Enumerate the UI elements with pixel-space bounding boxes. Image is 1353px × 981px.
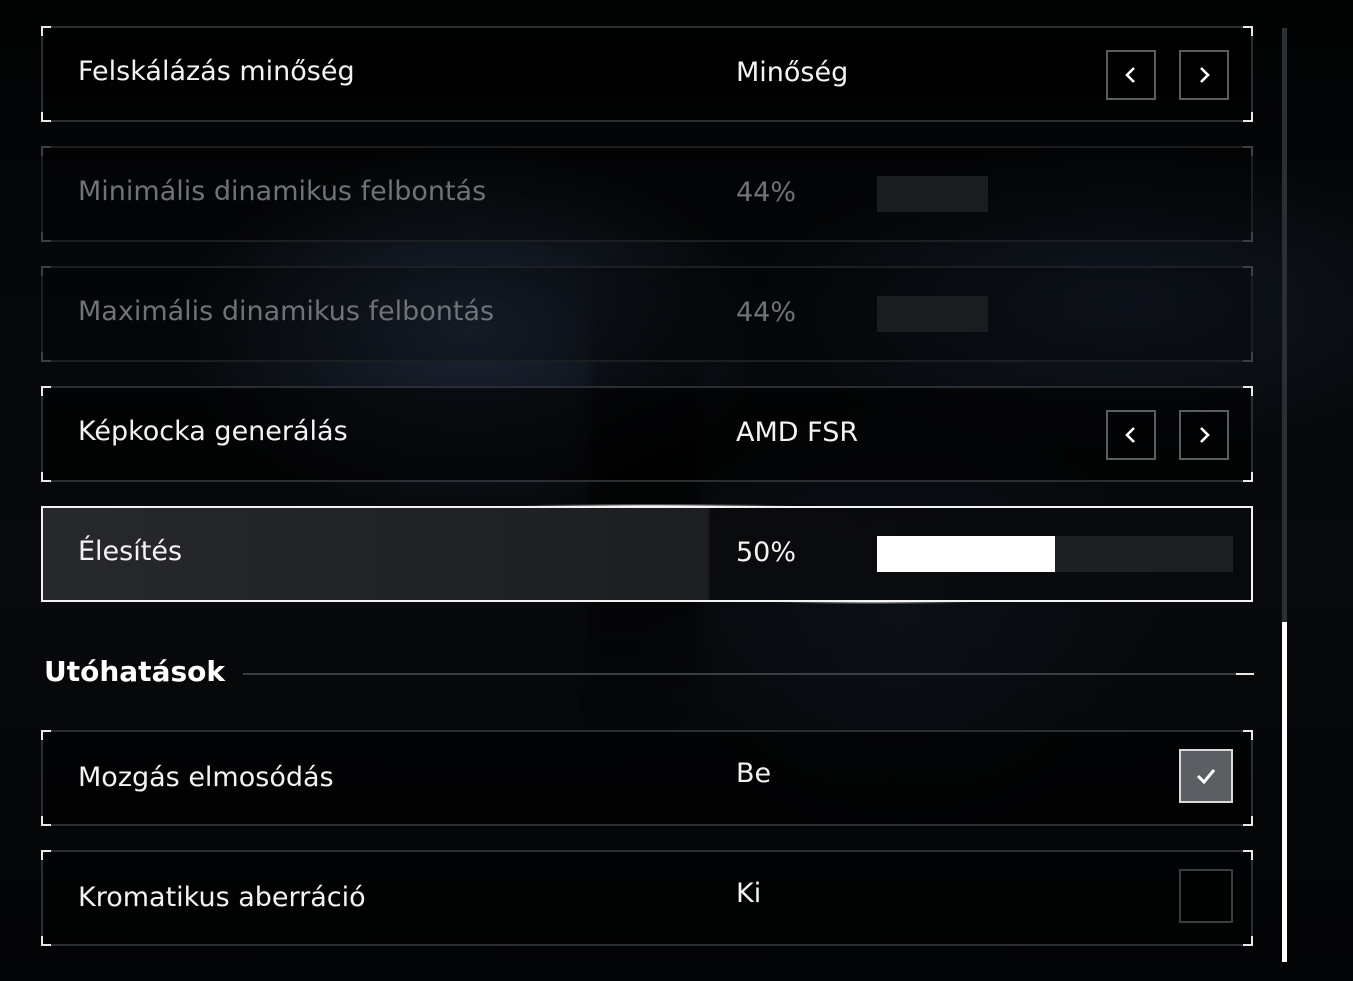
setting-label: Felskálázás minőség [78,56,355,87]
setting-row-max-dynamic-resolution: Maximális dinamikus felbontás 44% [41,266,1253,362]
scrollbar-track[interactable] [1282,28,1287,962]
max-resolution-slider [877,296,988,332]
previous-option-button[interactable] [1106,50,1156,100]
setting-value: 44% [736,297,797,328]
section-divider [243,673,1238,675]
setting-value: Ki [736,878,762,909]
scrollbar-thumb[interactable] [1282,622,1287,962]
setting-row-upscaling-quality[interactable]: Felskálázás minőség Minőség [41,26,1253,122]
motion-blur-checkbox[interactable] [1179,749,1233,803]
focus-glow [513,504,793,507]
setting-label: Maximális dinamikus felbontás [78,296,495,327]
setting-value: 44% [736,177,797,208]
chevron-left-icon [1125,67,1135,83]
setting-row-chromatic-aberration[interactable]: Kromatikus aberráció Ki [41,850,1253,946]
chevron-left-icon [1125,427,1135,443]
setting-label: Élesítés [78,536,183,567]
setting-row-motion-blur[interactable]: Mozgás elmosódás Be [41,730,1253,826]
chevron-right-icon [1200,427,1210,443]
chromatic-aberration-checkbox[interactable] [1179,869,1233,923]
setting-label: Képkocka generálás [78,416,348,447]
setting-row-sharpening[interactable]: Élesítés 50% [41,504,1253,604]
minus-icon [1236,673,1254,675]
settings-panel: Felskálázás minőség Minőség Minimális di… [0,0,1353,981]
setting-value: AMD FSR [736,417,859,448]
setting-row-frame-generation[interactable]: Képkocka generálás AMD FSR [41,386,1253,482]
collapse-section-button[interactable] [1236,666,1254,682]
setting-value: Minőség [736,57,849,88]
checkmark-icon [1196,769,1216,785]
min-resolution-slider [877,176,988,212]
next-option-button[interactable] [1179,410,1229,460]
setting-row-min-dynamic-resolution: Minimális dinamikus felbontás 44% [41,146,1253,242]
section-title-post-effects: Utóhatások [44,655,225,688]
next-option-button[interactable] [1179,50,1229,100]
previous-option-button[interactable] [1106,410,1156,460]
slider-fill [877,536,1055,572]
focus-glow [773,601,973,604]
setting-value: Be [736,758,772,789]
chevron-right-icon [1200,67,1210,83]
setting-label: Minimális dinamikus felbontás [78,176,487,207]
setting-label: Kromatikus aberráció [78,882,366,913]
setting-value: 50% [736,537,797,568]
setting-label: Mozgás elmosódás [78,762,334,793]
sharpening-slider[interactable] [877,536,1233,572]
